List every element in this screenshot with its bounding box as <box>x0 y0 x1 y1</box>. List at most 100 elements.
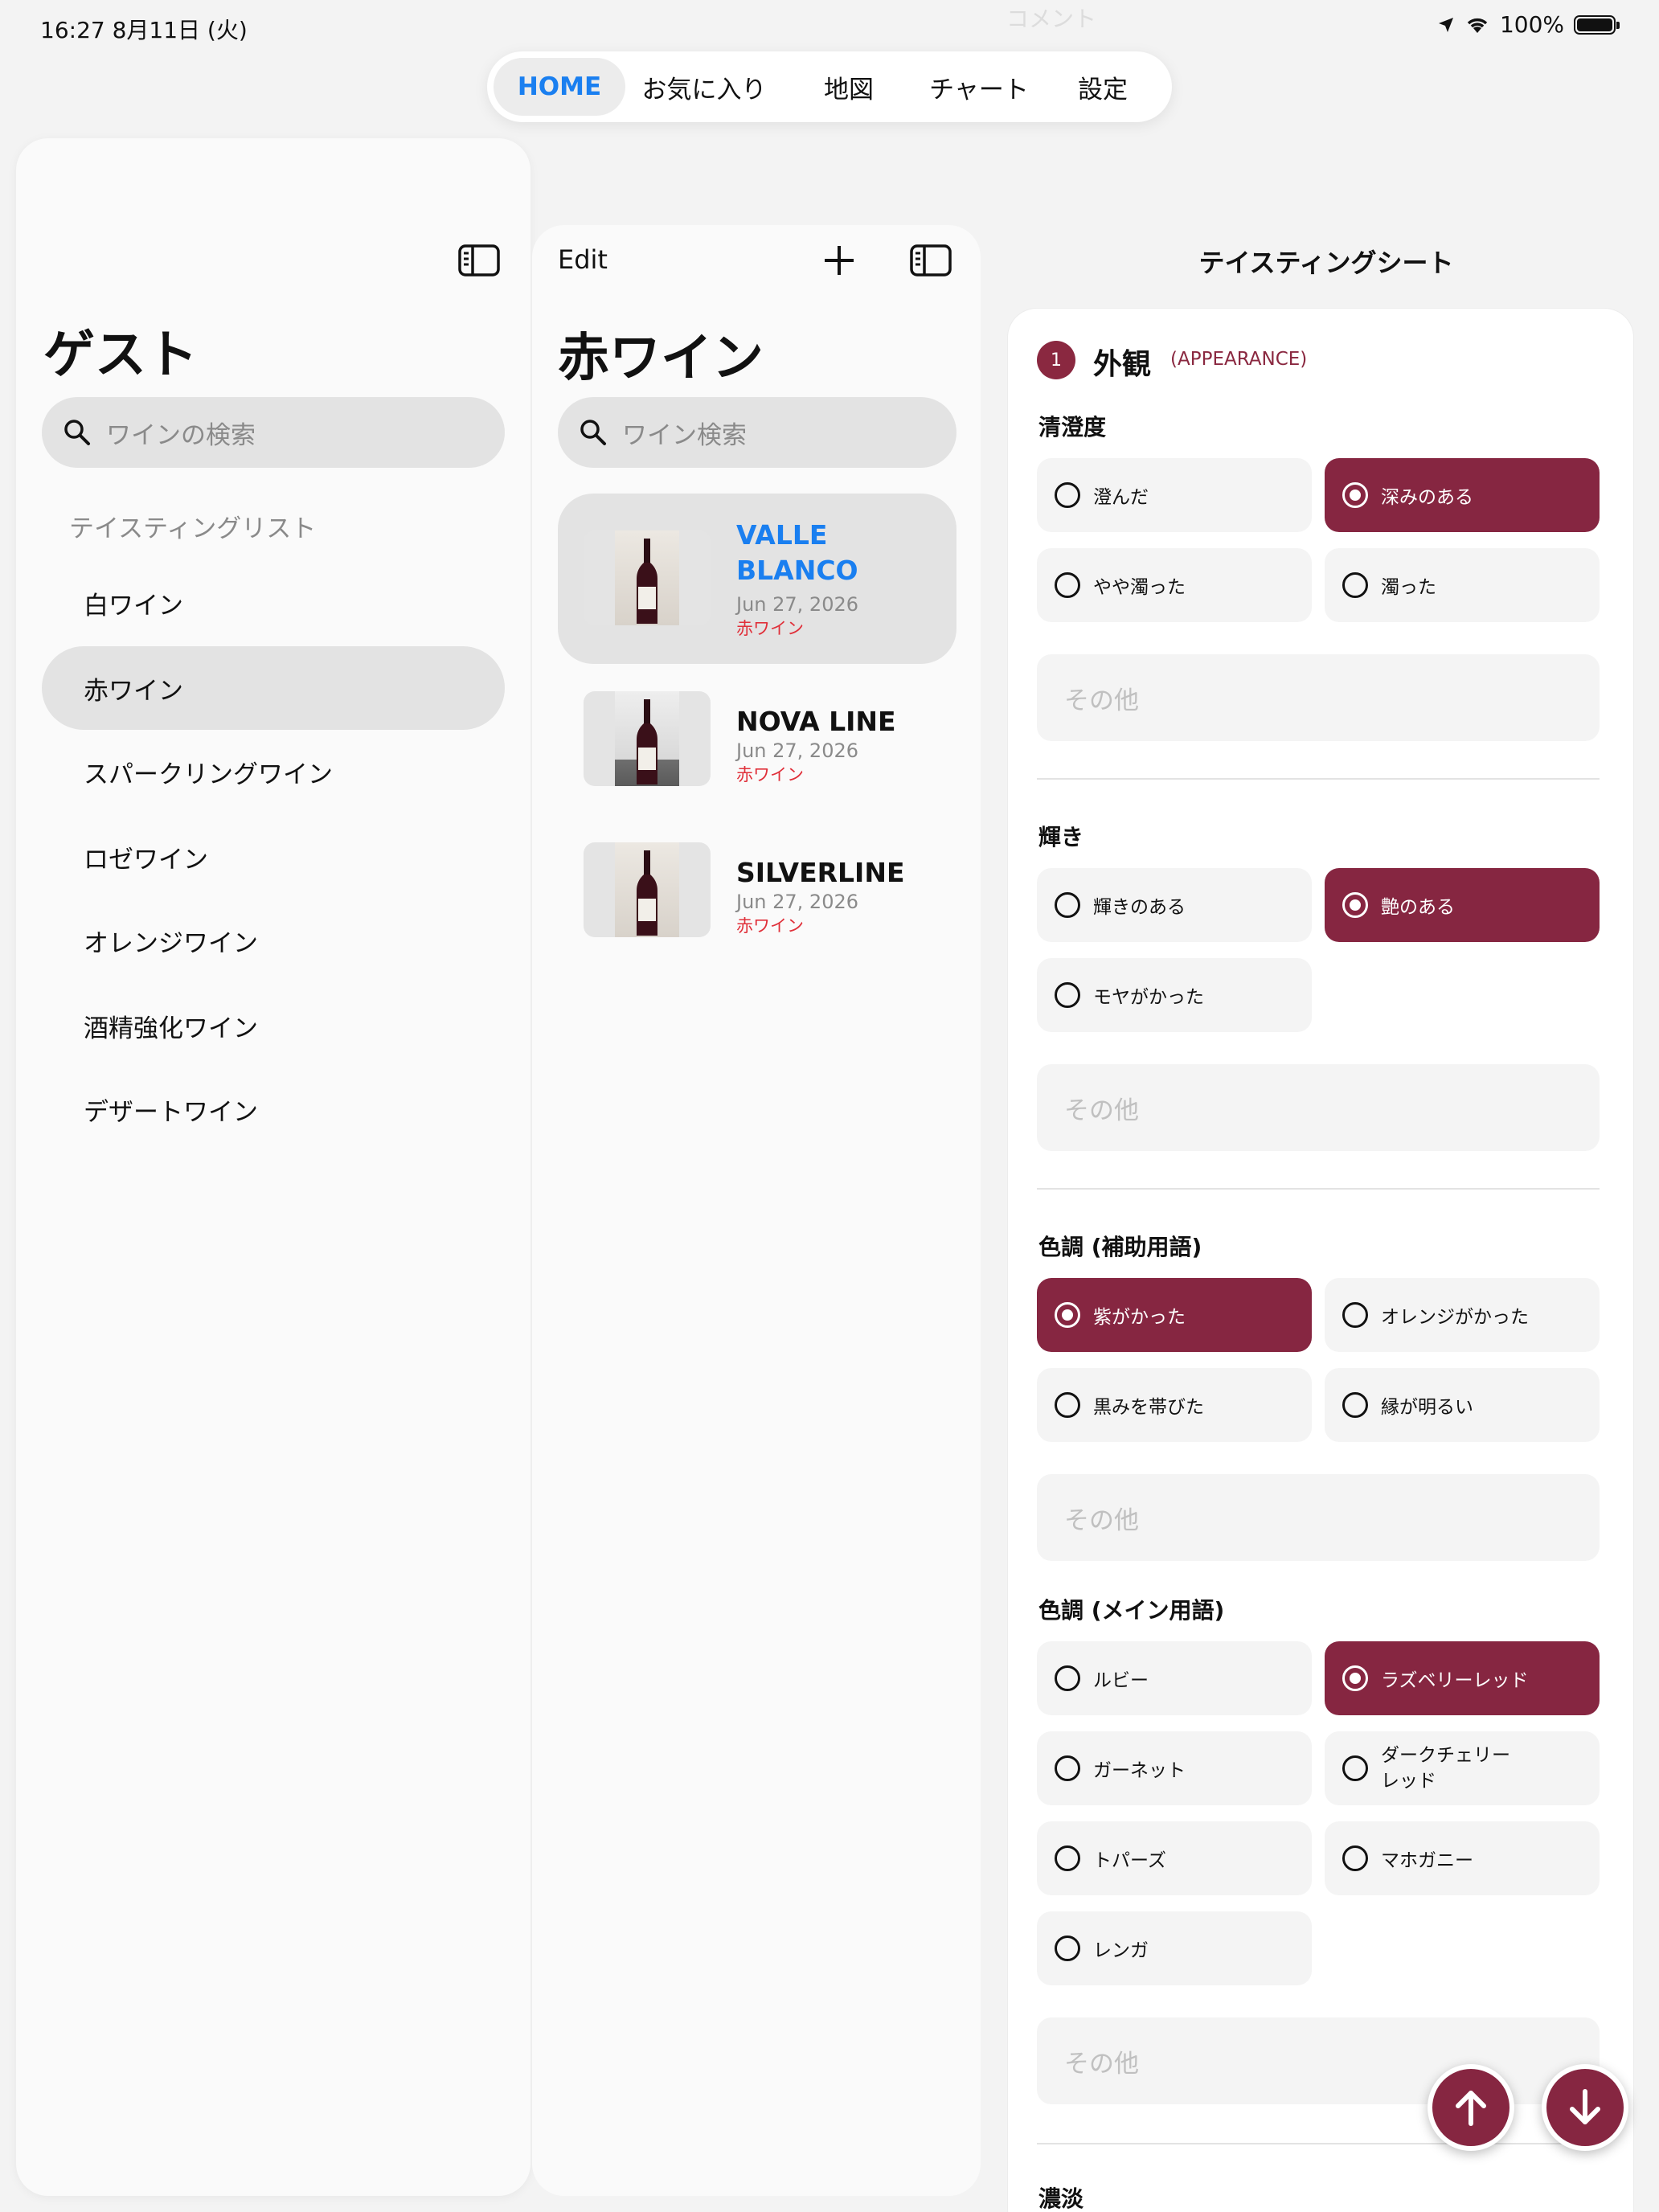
scroll-down-button[interactable] <box>1542 2064 1628 2151</box>
wine-thumbnail <box>584 691 711 786</box>
option-hue-topaz[interactable]: トパーズ <box>1037 1821 1312 1895</box>
field-label-clarity: 清澄度 <box>1038 414 1107 440</box>
sidebar-item-rose-wine[interactable]: ロゼワイン <box>42 815 505 899</box>
radio-icon <box>1342 1755 1368 1781</box>
option-label: やや濁った <box>1093 577 1186 598</box>
bottle-icon <box>637 850 657 936</box>
wine-list-item[interactable]: SILVERLINE Jun 27, 2026 赤ワイン <box>558 823 956 968</box>
option-label: オレンジがかった <box>1381 1307 1529 1328</box>
option-hue-blackish[interactable]: 黒みを帯びた <box>1037 1368 1312 1442</box>
ghost-comment-label: コメント <box>1006 6 1097 32</box>
wine-name: SILVERLINE <box>736 857 905 888</box>
wine-list-item[interactable]: VALLE BLANCO Jun 27, 2026 赤ワイン <box>558 494 956 664</box>
wine-search-input[interactable]: ワイン検索 <box>558 397 956 468</box>
sidebar-item-red-wine[interactable]: 赤ワイン <box>42 646 505 730</box>
option-label: ラズベリーレッド <box>1381 1670 1529 1691</box>
option-clarity-slightly-cloudy[interactable]: やや濁った <box>1037 548 1312 622</box>
sidebar-title: ゲスト <box>43 326 198 385</box>
tab-chart[interactable]: チャート <box>915 58 1043 116</box>
sidebar-item-orange-wine[interactable]: オレンジワイン <box>42 899 505 982</box>
list-title: 赤ワイン <box>558 329 764 388</box>
option-brilliance-glossy[interactable]: 艶のある <box>1325 868 1600 942</box>
wine-list-panel: Edit 赤ワイン ワイン検索 VALLE BLANCO Jun 27, 202… <box>532 225 981 2196</box>
wine-date: Jun 27, 2026 <box>736 891 859 913</box>
field-label-brilliance: 輝き <box>1038 824 1084 850</box>
option-label: 輝きのある <box>1093 897 1186 918</box>
option-label: 紫がかった <box>1093 1307 1186 1328</box>
option-label: 艶のある <box>1381 897 1455 918</box>
sidebar-search-input[interactable]: ワインの検索 <box>42 397 505 468</box>
wine-category: 赤ワイン <box>736 619 804 638</box>
option-hue-dark-cherry-red[interactable]: ダークチェリーレッド <box>1325 1731 1600 1805</box>
location-arrow-icon <box>1438 17 1453 32</box>
option-hue-brick[interactable]: レンガ <box>1037 1911 1312 1985</box>
sidebar-item-fortified-wine[interactable]: 酒精強化ワイン <box>42 984 505 1067</box>
option-brilliance-hazy[interactable]: モヤがかった <box>1037 958 1312 1032</box>
option-clarity-clear[interactable]: 澄んだ <box>1037 458 1312 532</box>
tab-home[interactable]: HOME <box>494 58 625 116</box>
option-brilliance-bright[interactable]: 輝きのある <box>1037 868 1312 942</box>
option-label: ルビー <box>1093 1670 1149 1691</box>
wine-name: NOVA LINE <box>736 706 896 737</box>
arrow-up-icon <box>1456 2091 1486 2126</box>
hue-secondary-other-input[interactable]: その他 <box>1037 1474 1600 1561</box>
divider <box>1037 1188 1600 1190</box>
clarity-other-input[interactable]: その他 <box>1037 654 1600 741</box>
sidebar-toggle-icon[interactable] <box>910 244 952 276</box>
option-hue-garnet[interactable]: ガーネット <box>1037 1731 1312 1805</box>
radio-icon <box>1055 572 1080 598</box>
sidebar-item-white-wine[interactable]: 白ワイン <box>42 561 505 645</box>
radio-icon <box>1055 1665 1080 1691</box>
wine-thumbnail <box>584 530 711 625</box>
tab-favorites[interactable]: お気に入り <box>625 58 783 116</box>
status-indicators: 100% <box>1437 11 1620 38</box>
option-label: ダークチェリーレッド <box>1381 1745 1510 1792</box>
option-label: トパーズ <box>1093 1850 1166 1871</box>
wine-date: Jun 27, 2026 <box>736 593 859 616</box>
divider <box>1037 2143 1600 2144</box>
section-label-tasting-list: テイスティングリスト <box>69 514 317 543</box>
radio-icon <box>1342 1392 1368 1418</box>
brilliance-other-input[interactable]: その他 <box>1037 1064 1600 1151</box>
edit-button[interactable]: Edit <box>558 244 608 275</box>
field-label-hue-main: 色調 (メイン用語) <box>1038 1597 1225 1624</box>
plus-icon[interactable] <box>821 243 857 278</box>
search-icon <box>64 420 90 445</box>
radio-icon <box>1055 1755 1080 1781</box>
tab-map[interactable]: 地図 <box>783 58 915 116</box>
option-hue-bright-rim[interactable]: 縁が明るい <box>1325 1368 1600 1442</box>
sidebar-item-sparkling-wine[interactable]: スパークリングワイン <box>42 730 505 813</box>
radio-icon <box>1055 982 1080 1008</box>
radio-icon <box>1342 1845 1368 1871</box>
top-tab-bar: HOME お気に入り 地図 チャート 設定 <box>487 51 1172 122</box>
option-clarity-deep[interactable]: 深みのある <box>1325 458 1600 532</box>
hue-main-other-input[interactable]: その他 <box>1037 2017 1600 2104</box>
scroll-up-button[interactable] <box>1428 2064 1514 2151</box>
wine-name: VALLE BLANCO <box>736 519 858 586</box>
wifi-icon <box>1467 18 1488 33</box>
wine-category: 赤ワイン <box>736 765 804 784</box>
option-hue-mahogany[interactable]: マホガニー <box>1325 1821 1600 1895</box>
option-hue-purplish[interactable]: 紫がかった <box>1037 1278 1312 1352</box>
wine-list-item[interactable]: NOVA LINE Jun 27, 2026 赤ワイン <box>558 672 956 817</box>
wine-category: 赤ワイン <box>736 916 804 936</box>
wine-thumbnail <box>584 842 711 937</box>
radio-icon <box>1055 482 1080 508</box>
sidebar-item-dessert-wine[interactable]: デザートワイン <box>42 1067 505 1151</box>
radio-icon <box>1342 1302 1368 1328</box>
sidebar-toggle-icon[interactable] <box>458 244 500 276</box>
radio-icon <box>1055 1845 1080 1871</box>
option-hue-orangish[interactable]: オレンジがかった <box>1325 1278 1600 1352</box>
option-clarity-cloudy[interactable]: 濁った <box>1325 548 1600 622</box>
option-label: ガーネット <box>1093 1760 1186 1781</box>
bottle-icon <box>637 699 657 784</box>
battery-icon <box>1574 14 1620 35</box>
option-label: レンガ <box>1093 1940 1149 1961</box>
option-hue-raspberry-red[interactable]: ラズベリーレッド <box>1325 1641 1600 1715</box>
option-hue-ruby[interactable]: ルビー <box>1037 1641 1312 1715</box>
option-label: マホガニー <box>1381 1850 1473 1871</box>
radio-selected-icon <box>1342 1665 1368 1691</box>
tab-settings[interactable]: 設定 <box>1043 58 1162 116</box>
bottle-icon <box>637 539 657 624</box>
option-label: 澄んだ <box>1093 487 1149 508</box>
